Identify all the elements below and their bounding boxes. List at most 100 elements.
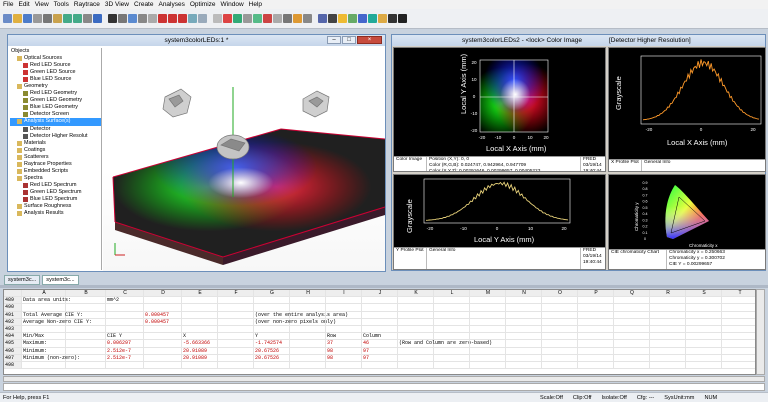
- grid-cell[interactable]: [362, 318, 398, 325]
- grid-cell[interactable]: [106, 361, 144, 369]
- lens-icon[interactable]: [188, 14, 197, 23]
- grid-cell[interactable]: [614, 340, 650, 347]
- grid-cell[interactable]: [66, 311, 106, 318]
- menu-analyses[interactable]: Analyses: [158, 1, 184, 8]
- grid-cell[interactable]: [398, 333, 434, 340]
- cube-icon[interactable]: [253, 14, 262, 23]
- save-icon[interactable]: [23, 14, 32, 23]
- grid-cell[interactable]: [614, 361, 650, 369]
- grid-cell[interactable]: [686, 340, 722, 347]
- grid-cell[interactable]: [650, 325, 686, 333]
- grid-cell[interactable]: [686, 354, 722, 361]
- grid-cell[interactable]: [650, 318, 686, 325]
- grid-cell[interactable]: [66, 325, 106, 333]
- tab-system3c-2[interactable]: system3c...: [42, 275, 79, 285]
- grid-cell[interactable]: [506, 340, 542, 347]
- grid-cell[interactable]: [542, 318, 578, 325]
- grid-cell[interactable]: [182, 318, 218, 325]
- column-header[interactable]: R: [650, 290, 686, 297]
- row-header[interactable]: 496: [4, 347, 22, 354]
- grid-cell[interactable]: [650, 311, 686, 318]
- grid-cell[interactable]: [290, 325, 326, 333]
- grid-cell[interactable]: -1.742574: [254, 340, 290, 347]
- column-header[interactable]: T: [722, 290, 755, 296]
- grid-cell[interactable]: [542, 333, 578, 340]
- grid-cell[interactable]: [290, 361, 326, 369]
- grid-cell[interactable]: [614, 304, 650, 311]
- grid-cell[interactable]: [326, 297, 362, 304]
- grid-cell[interactable]: 97: [362, 347, 398, 354]
- menu-help[interactable]: Help: [249, 1, 262, 8]
- minimize-button[interactable]: –: [327, 36, 341, 44]
- export-icon[interactable]: [368, 14, 377, 23]
- chart-window-titlebar[interactable]: system3colorLEDs2 - <lock> Color Image […: [392, 35, 765, 46]
- pointer-icon[interactable]: [398, 14, 407, 23]
- grid-cell[interactable]: [434, 333, 470, 340]
- filter-icon[interactable]: [348, 14, 357, 23]
- zoom-icon[interactable]: [128, 14, 137, 23]
- grid-cell[interactable]: [362, 361, 398, 369]
- grid-cell[interactable]: 97: [362, 354, 398, 361]
- grid-cell[interactable]: [182, 304, 218, 311]
- tree-item[interactable]: Spectra: [10, 175, 101, 182]
- grid-cell[interactable]: [218, 354, 254, 361]
- folder-icon[interactable]: [378, 14, 387, 23]
- grid-cell[interactable]: [578, 297, 614, 304]
- grid-cell[interactable]: [218, 347, 254, 354]
- grid-cell[interactable]: [66, 347, 106, 354]
- grid-cell[interactable]: [470, 311, 506, 318]
- grid-cell[interactable]: [22, 361, 66, 369]
- grid-cell[interactable]: [398, 325, 434, 333]
- grid-cell[interactable]: [542, 304, 578, 311]
- grid-cell[interactable]: (Row and Column are zero-based): [398, 340, 492, 347]
- grid-cell[interactable]: [506, 333, 542, 340]
- grid-cell[interactable]: [542, 354, 578, 361]
- grid-cell[interactable]: [182, 311, 218, 318]
- grid-cell[interactable]: [506, 311, 542, 318]
- paste-icon[interactable]: [53, 14, 62, 23]
- tree-item[interactable]: Embedded Scripts: [10, 168, 101, 175]
- grid-cell[interactable]: [290, 347, 326, 354]
- column-header[interactable]: S: [686, 290, 722, 297]
- grid-cell[interactable]: [218, 325, 254, 333]
- grid-cell[interactable]: [722, 348, 755, 354]
- grid-cell[interactable]: [290, 318, 326, 325]
- grid-cell[interactable]: Average Non-zero CIE Y:: [22, 318, 92, 325]
- grid-cell[interactable]: [106, 318, 144, 325]
- menu-file[interactable]: File: [3, 1, 13, 8]
- grid-cell[interactable]: [686, 318, 722, 325]
- grid-cell[interactable]: Row: [326, 333, 362, 340]
- tree-item[interactable]: Scatterers: [10, 154, 101, 161]
- grid-cell[interactable]: [22, 304, 66, 311]
- tree-item[interactable]: Red LED Spectrum: [10, 182, 101, 189]
- lock-icon[interactable]: [273, 14, 282, 23]
- grid-cell[interactable]: [722, 333, 755, 339]
- column-header[interactable]: P: [578, 290, 614, 297]
- grid-cell[interactable]: [686, 304, 722, 311]
- grid-cell[interactable]: [398, 354, 434, 361]
- menu-create[interactable]: Create: [134, 1, 154, 8]
- grid-cell[interactable]: [362, 311, 398, 318]
- grid-cell[interactable]: [144, 304, 182, 311]
- grid-cell[interactable]: [434, 325, 470, 333]
- grid-cell[interactable]: [290, 354, 326, 361]
- script-icon[interactable]: [303, 14, 312, 23]
- grid-cell[interactable]: [144, 354, 182, 361]
- output-spreadsheet[interactable]: ABCDEFGHIJKLMNOPQRSTUV489Data area units…: [3, 289, 756, 375]
- grid-cell[interactable]: Maximum:: [22, 340, 66, 347]
- grid-cell[interactable]: [362, 304, 398, 311]
- grid-cell[interactable]: [144, 340, 182, 347]
- grid-cell[interactable]: (over non-zero pixels only): [254, 318, 336, 325]
- grid-cell[interactable]: [254, 325, 290, 333]
- grid-cell[interactable]: [106, 304, 144, 311]
- grid-cell[interactable]: [614, 297, 650, 304]
- column-header[interactable]: I: [326, 290, 362, 297]
- grid-cell[interactable]: [722, 319, 755, 325]
- tree-item[interactable]: Green LED Geometry: [10, 97, 101, 104]
- grid-cell[interactable]: 2.512e-7: [106, 347, 144, 354]
- grid-cell[interactable]: Total Average CIE Y:: [22, 311, 83, 318]
- grid-cell[interactable]: [722, 355, 755, 361]
- grid-cell[interactable]: [506, 318, 542, 325]
- grid-cell[interactable]: 46: [362, 340, 398, 347]
- row-header[interactable]: 492: [4, 318, 22, 325]
